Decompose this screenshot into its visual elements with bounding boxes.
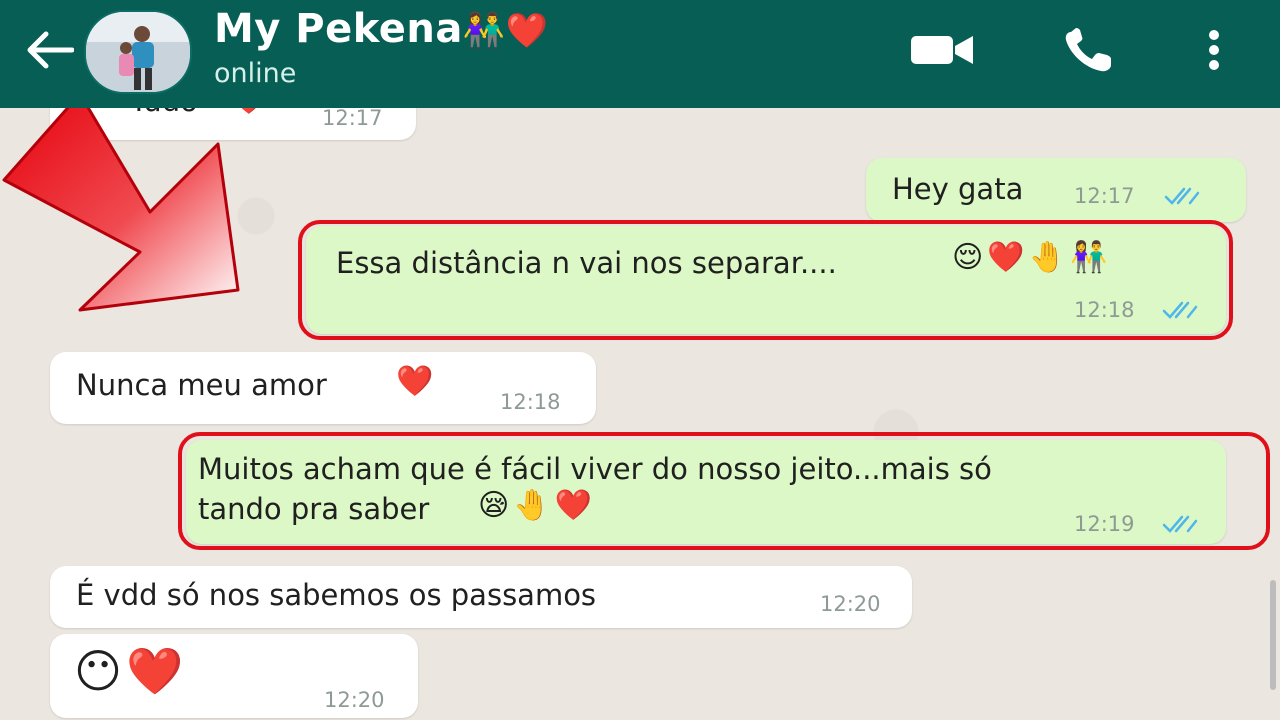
message-bubble-incoming[interactable]: É vdd só nos sabemos os passamos 12:20	[50, 566, 912, 628]
double-check-icon	[1162, 515, 1198, 533]
contact-name-emojis: 👫❤️	[462, 11, 549, 51]
arrow-left-icon	[27, 31, 74, 69]
message-time: 12:18	[500, 390, 561, 414]
message-time: 12:20	[820, 592, 881, 616]
phone-icon	[1065, 28, 1111, 72]
message-text: Hey gata	[892, 172, 1024, 206]
contact-status: online	[214, 58, 297, 89]
chat-header: My Pekena👫❤️ online	[0, 0, 1280, 108]
message-time: 12:18	[1074, 298, 1135, 322]
back-button[interactable]	[20, 28, 76, 72]
message-bubble-incoming[interactable]: 😶❤️ 12:20	[50, 634, 418, 718]
message-emojis: 😪🤚❤️	[478, 488, 596, 523]
message-time: 12:20	[324, 688, 385, 712]
message-bubble-outgoing[interactable]: Hey gata 12:17	[866, 158, 1246, 222]
avatar[interactable]	[84, 10, 192, 94]
message-text: Nunca meu amor	[76, 368, 327, 402]
message-time: 12:19	[1074, 512, 1135, 536]
message-time: 12:17	[1074, 184, 1135, 208]
message-emojis: 😌❤️🤚👫	[952, 240, 1112, 275]
message-text: Essa distância n vai nos separar....	[336, 246, 837, 280]
contact-name[interactable]: My Pekena👫❤️	[214, 6, 549, 52]
voice-call-button[interactable]	[1054, 20, 1120, 80]
heart-emoji: ❤️	[396, 364, 434, 399]
video-call-button[interactable]	[904, 20, 980, 80]
video-call-icon	[911, 36, 973, 64]
double-check-icon	[1162, 301, 1198, 319]
more-vertical-icon	[1209, 30, 1219, 70]
red-arrow-annotation	[2, 92, 240, 312]
message-bubble-outgoing[interactable]: Muitos acham que é fácil viver do nosso …	[186, 440, 1226, 544]
message-text: É vdd só nos sabemos os passamos	[76, 578, 597, 612]
message-emojis: 😶❤️	[74, 644, 188, 698]
message-time: 12:17	[322, 106, 383, 130]
menu-button[interactable]	[1196, 20, 1232, 80]
message-bubble-outgoing[interactable]: Essa distância n vai nos separar.... 😌❤️…	[306, 226, 1226, 334]
message-text-line1: Muitos acham que é fácil viver do nosso …	[198, 452, 992, 486]
message-bubble-incoming[interactable]: Nunca meu amor ❤️ 12:18	[50, 352, 596, 424]
message-text-line2: tando pra saber	[198, 492, 430, 526]
double-check-icon	[1164, 187, 1200, 205]
contact-name-text: My Pekena	[214, 6, 463, 52]
scrollbar-thumb[interactable]	[1270, 580, 1276, 690]
